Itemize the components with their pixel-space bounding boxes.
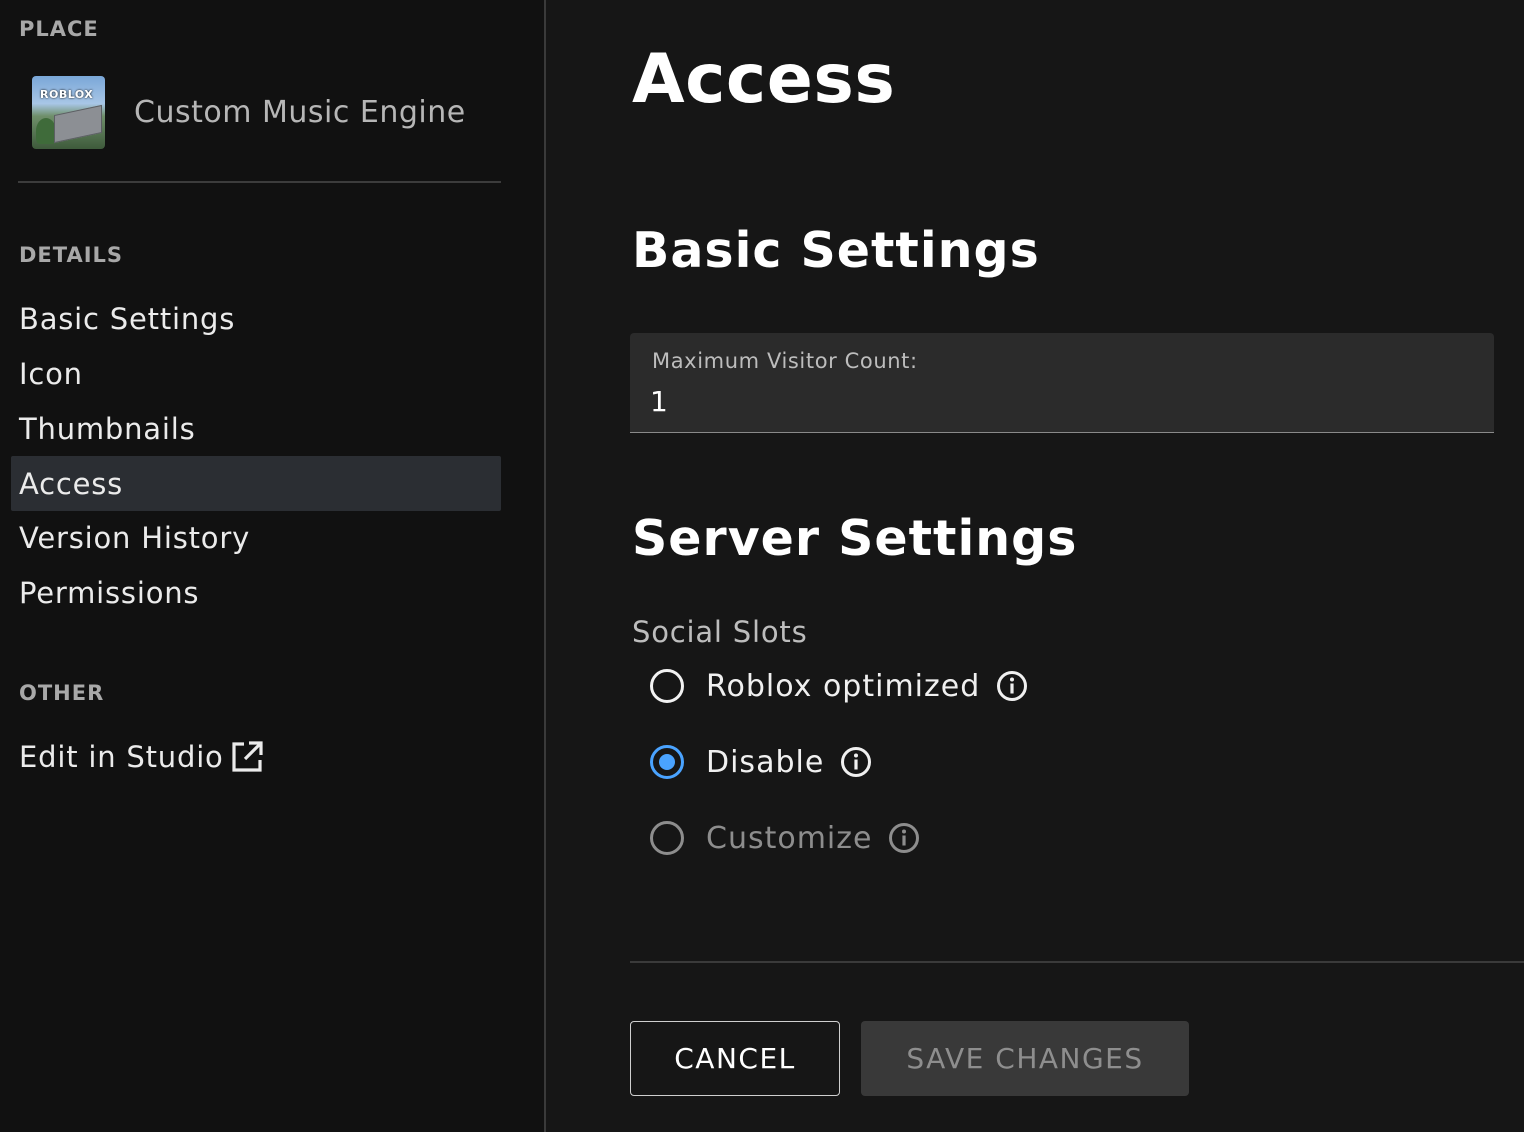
info-icon[interactable]: [996, 670, 1028, 702]
place-thumbnail: ROBLOX: [32, 76, 105, 149]
footer-divider: [630, 961, 1524, 963]
social-slot-option-disable[interactable]: Disable: [650, 742, 872, 782]
social-slot-option-customize[interactable]: Customize: [650, 818, 920, 858]
sidebar-divider: [18, 181, 501, 183]
edit-in-studio-label: Edit in Studio: [19, 739, 224, 774]
radio-label-disable: Disable: [706, 744, 825, 780]
radio-disable[interactable]: [650, 745, 684, 779]
basic-settings-title: Basic Settings: [632, 222, 1040, 279]
place-name: Custom Music Engine: [134, 95, 466, 130]
other-section-label: OTHER: [19, 681, 105, 705]
place-section-label: PLACE: [19, 17, 99, 41]
radio-roblox-optimized[interactable]: [650, 669, 684, 703]
thumbnail-building: [54, 104, 102, 144]
sidebar-item-edit-in-studio[interactable]: Edit in Studio: [11, 729, 501, 784]
social-slot-option-roblox-optimized[interactable]: Roblox optimized: [650, 666, 1028, 706]
save-changes-button[interactable]: SAVE CHANGES: [861, 1021, 1189, 1096]
details-section-label: DETAILS: [19, 243, 124, 267]
cancel-button[interactable]: CANCEL: [630, 1021, 840, 1096]
server-settings-title: Server Settings: [632, 510, 1078, 567]
social-slots-label: Social Slots: [632, 615, 808, 649]
sidebar-item-basic-settings[interactable]: Basic Settings: [11, 291, 501, 346]
max-visitor-count-input[interactable]: [650, 381, 1470, 421]
radio-customize[interactable]: [650, 821, 684, 855]
sidebar-item-thumbnails[interactable]: Thumbnails: [11, 401, 501, 456]
main-content: Access Basic Settings Maximum Visitor Co…: [546, 0, 1524, 1132]
sidebar: PLACE ROBLOX Custom Music Engine DETAILS…: [0, 0, 546, 1132]
page-title: Access: [632, 40, 896, 119]
app-window: PLACE ROBLOX Custom Music Engine DETAILS…: [0, 0, 1524, 1132]
info-icon[interactable]: [840, 746, 872, 778]
sidebar-item-access[interactable]: Access: [11, 456, 501, 511]
external-link-icon: [230, 740, 264, 774]
radio-label-roblox-optimized: Roblox optimized: [706, 668, 981, 704]
max-visitor-count-label: Maximum Visitor Count:: [652, 349, 918, 373]
thumbnail-tree: [36, 118, 56, 144]
info-icon[interactable]: [888, 822, 920, 854]
roblox-logo: ROBLOX: [40, 88, 94, 101]
radio-label-customize: Customize: [706, 820, 873, 856]
sidebar-item-version-history[interactable]: Version History: [11, 510, 501, 565]
max-visitor-count-field[interactable]: Maximum Visitor Count:: [630, 333, 1494, 433]
sidebar-item-icon[interactable]: Icon: [11, 346, 501, 401]
place-header: ROBLOX Custom Music Engine: [32, 76, 466, 149]
sidebar-item-permissions[interactable]: Permissions: [11, 565, 501, 620]
